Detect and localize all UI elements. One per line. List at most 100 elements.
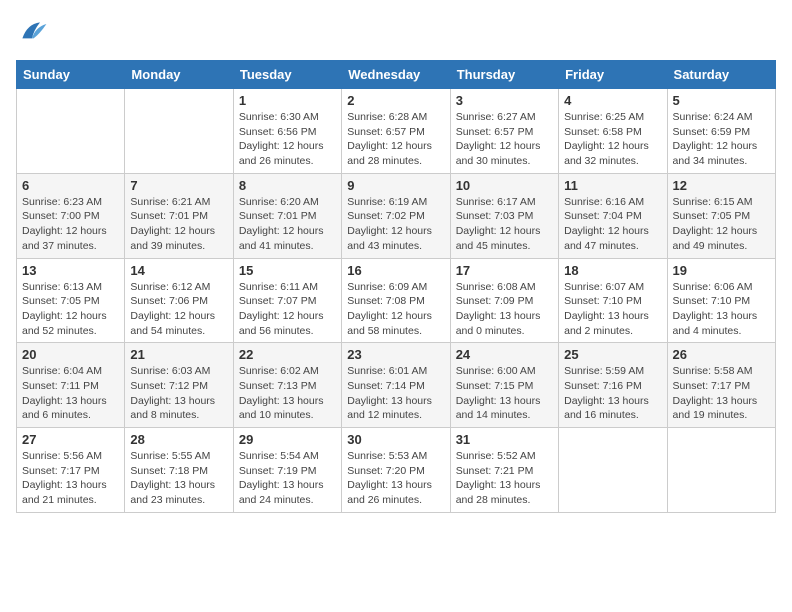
day-header-tuesday: Tuesday bbox=[233, 61, 341, 89]
day-info: Sunrise: 6:28 AM Sunset: 6:57 PM Dayligh… bbox=[347, 110, 444, 169]
day-info: Sunrise: 6:00 AM Sunset: 7:15 PM Dayligh… bbox=[456, 364, 553, 423]
day-number: 17 bbox=[456, 263, 553, 278]
calendar-header-row: SundayMondayTuesdayWednesdayThursdayFrid… bbox=[17, 61, 776, 89]
logo bbox=[16, 16, 52, 48]
day-number: 7 bbox=[130, 178, 227, 193]
calendar-week-row: 13 Sunrise: 6:13 AM Sunset: 7:05 PM Dayli… bbox=[17, 258, 776, 343]
calendar-cell: 2 Sunrise: 6:28 AM Sunset: 6:57 PM Daylig… bbox=[342, 89, 450, 174]
day-info: Sunrise: 5:56 AM Sunset: 7:17 PM Dayligh… bbox=[22, 449, 119, 508]
day-number: 1 bbox=[239, 93, 336, 108]
calendar-cell: 13 Sunrise: 6:13 AM Sunset: 7:05 PM Dayli… bbox=[17, 258, 125, 343]
day-info: Sunrise: 6:19 AM Sunset: 7:02 PM Dayligh… bbox=[347, 195, 444, 254]
day-info: Sunrise: 6:03 AM Sunset: 7:12 PM Dayligh… bbox=[130, 364, 227, 423]
calendar-cell: 19 Sunrise: 6:06 AM Sunset: 7:10 PM Dayli… bbox=[667, 258, 775, 343]
calendar-cell: 8 Sunrise: 6:20 AM Sunset: 7:01 PM Daylig… bbox=[233, 173, 341, 258]
day-number: 3 bbox=[456, 93, 553, 108]
day-number: 23 bbox=[347, 347, 444, 362]
day-info: Sunrise: 5:59 AM Sunset: 7:16 PM Dayligh… bbox=[564, 364, 661, 423]
day-number: 27 bbox=[22, 432, 119, 447]
day-info: Sunrise: 5:52 AM Sunset: 7:21 PM Dayligh… bbox=[456, 449, 553, 508]
day-number: 8 bbox=[239, 178, 336, 193]
day-info: Sunrise: 6:21 AM Sunset: 7:01 PM Dayligh… bbox=[130, 195, 227, 254]
day-info: Sunrise: 6:24 AM Sunset: 6:59 PM Dayligh… bbox=[673, 110, 770, 169]
calendar-cell: 1 Sunrise: 6:30 AM Sunset: 6:56 PM Daylig… bbox=[233, 89, 341, 174]
day-info: Sunrise: 6:11 AM Sunset: 7:07 PM Dayligh… bbox=[239, 280, 336, 339]
logo-bird-icon bbox=[16, 16, 48, 48]
calendar-table: SundayMondayTuesdayWednesdayThursdayFrid… bbox=[16, 60, 776, 513]
day-number: 10 bbox=[456, 178, 553, 193]
calendar-cell: 10 Sunrise: 6:17 AM Sunset: 7:03 PM Dayli… bbox=[450, 173, 558, 258]
day-info: Sunrise: 6:20 AM Sunset: 7:01 PM Dayligh… bbox=[239, 195, 336, 254]
day-number: 28 bbox=[130, 432, 227, 447]
day-info: Sunrise: 6:30 AM Sunset: 6:56 PM Dayligh… bbox=[239, 110, 336, 169]
day-number: 20 bbox=[22, 347, 119, 362]
day-number: 6 bbox=[22, 178, 119, 193]
calendar-week-row: 27 Sunrise: 5:56 AM Sunset: 7:17 PM Dayli… bbox=[17, 428, 776, 513]
day-info: Sunrise: 5:54 AM Sunset: 7:19 PM Dayligh… bbox=[239, 449, 336, 508]
day-header-saturday: Saturday bbox=[667, 61, 775, 89]
calendar-cell: 15 Sunrise: 6:11 AM Sunset: 7:07 PM Dayli… bbox=[233, 258, 341, 343]
day-info: Sunrise: 6:12 AM Sunset: 7:06 PM Dayligh… bbox=[130, 280, 227, 339]
day-number: 29 bbox=[239, 432, 336, 447]
calendar-cell bbox=[559, 428, 667, 513]
day-number: 21 bbox=[130, 347, 227, 362]
day-header-sunday: Sunday bbox=[17, 61, 125, 89]
day-info: Sunrise: 6:27 AM Sunset: 6:57 PM Dayligh… bbox=[456, 110, 553, 169]
calendar-cell: 26 Sunrise: 5:58 AM Sunset: 7:17 PM Dayli… bbox=[667, 343, 775, 428]
day-info: Sunrise: 6:15 AM Sunset: 7:05 PM Dayligh… bbox=[673, 195, 770, 254]
day-number: 18 bbox=[564, 263, 661, 278]
day-header-wednesday: Wednesday bbox=[342, 61, 450, 89]
calendar-week-row: 6 Sunrise: 6:23 AM Sunset: 7:00 PM Daylig… bbox=[17, 173, 776, 258]
calendar-cell: 5Sunrise: 6:24 AM Sunset: 6:59 PM Daylig… bbox=[667, 89, 775, 174]
day-number: 26 bbox=[673, 347, 770, 362]
day-info: Sunrise: 6:17 AM Sunset: 7:03 PM Dayligh… bbox=[456, 195, 553, 254]
calendar-cell: 3 Sunrise: 6:27 AM Sunset: 6:57 PM Daylig… bbox=[450, 89, 558, 174]
calendar-cell: 25 Sunrise: 5:59 AM Sunset: 7:16 PM Dayli… bbox=[559, 343, 667, 428]
page-header bbox=[16, 16, 776, 48]
day-number: 16 bbox=[347, 263, 444, 278]
day-number: 15 bbox=[239, 263, 336, 278]
calendar-cell: 11Sunrise: 6:16 AM Sunset: 7:04 PM Dayli… bbox=[559, 173, 667, 258]
day-info: Sunrise: 6:06 AM Sunset: 7:10 PM Dayligh… bbox=[673, 280, 770, 339]
calendar-cell: 23 Sunrise: 6:01 AM Sunset: 7:14 PM Dayli… bbox=[342, 343, 450, 428]
calendar-cell: 31 Sunrise: 5:52 AM Sunset: 7:21 PM Dayli… bbox=[450, 428, 558, 513]
calendar-cell: 27 Sunrise: 5:56 AM Sunset: 7:17 PM Dayli… bbox=[17, 428, 125, 513]
calendar-cell: 12 Sunrise: 6:15 AM Sunset: 7:05 PM Dayli… bbox=[667, 173, 775, 258]
day-info: Sunrise: 6:04 AM Sunset: 7:11 PM Dayligh… bbox=[22, 364, 119, 423]
calendar-cell bbox=[17, 89, 125, 174]
day-number: 13 bbox=[22, 263, 119, 278]
day-info: Sunrise: 6:13 AM Sunset: 7:05 PM Dayligh… bbox=[22, 280, 119, 339]
day-header-thursday: Thursday bbox=[450, 61, 558, 89]
day-number: 19 bbox=[673, 263, 770, 278]
day-number: 24 bbox=[456, 347, 553, 362]
calendar-cell: 28 Sunrise: 5:55 AM Sunset: 7:18 PM Dayli… bbox=[125, 428, 233, 513]
day-number: 4 bbox=[564, 93, 661, 108]
day-info: Sunrise: 6:08 AM Sunset: 7:09 PM Dayligh… bbox=[456, 280, 553, 339]
day-number: 31 bbox=[456, 432, 553, 447]
calendar-cell: 20 Sunrise: 6:04 AM Sunset: 7:11 PM Dayli… bbox=[17, 343, 125, 428]
calendar-cell: 4Sunrise: 6:25 AM Sunset: 6:58 PM Daylig… bbox=[559, 89, 667, 174]
calendar-cell: 6 Sunrise: 6:23 AM Sunset: 7:00 PM Daylig… bbox=[17, 173, 125, 258]
calendar-cell: 30Sunrise: 5:53 AM Sunset: 7:20 PM Dayli… bbox=[342, 428, 450, 513]
day-number: 12 bbox=[673, 178, 770, 193]
day-info: Sunrise: 5:53 AM Sunset: 7:20 PM Dayligh… bbox=[347, 449, 444, 508]
calendar-cell: 22 Sunrise: 6:02 AM Sunset: 7:13 PM Dayli… bbox=[233, 343, 341, 428]
day-number: 22 bbox=[239, 347, 336, 362]
calendar-cell: 17 Sunrise: 6:08 AM Sunset: 7:09 PM Dayli… bbox=[450, 258, 558, 343]
day-number: 9 bbox=[347, 178, 444, 193]
calendar-cell bbox=[667, 428, 775, 513]
day-info: Sunrise: 5:55 AM Sunset: 7:18 PM Dayligh… bbox=[130, 449, 227, 508]
day-info: Sunrise: 6:02 AM Sunset: 7:13 PM Dayligh… bbox=[239, 364, 336, 423]
day-info: Sunrise: 6:23 AM Sunset: 7:00 PM Dayligh… bbox=[22, 195, 119, 254]
calendar-cell: 21 Sunrise: 6:03 AM Sunset: 7:12 PM Dayli… bbox=[125, 343, 233, 428]
calendar-cell: 14 Sunrise: 6:12 AM Sunset: 7:06 PM Dayli… bbox=[125, 258, 233, 343]
calendar-cell: 29 Sunrise: 5:54 AM Sunset: 7:19 PM Dayli… bbox=[233, 428, 341, 513]
calendar-week-row: 20 Sunrise: 6:04 AM Sunset: 7:11 PM Dayli… bbox=[17, 343, 776, 428]
day-number: 25 bbox=[564, 347, 661, 362]
day-number: 14 bbox=[130, 263, 227, 278]
day-number: 2 bbox=[347, 93, 444, 108]
calendar-week-row: 1 Sunrise: 6:30 AM Sunset: 6:56 PM Daylig… bbox=[17, 89, 776, 174]
day-info: Sunrise: 6:01 AM Sunset: 7:14 PM Dayligh… bbox=[347, 364, 444, 423]
day-info: Sunrise: 5:58 AM Sunset: 7:17 PM Dayligh… bbox=[673, 364, 770, 423]
calendar-cell: 16Sunrise: 6:09 AM Sunset: 7:08 PM Dayli… bbox=[342, 258, 450, 343]
